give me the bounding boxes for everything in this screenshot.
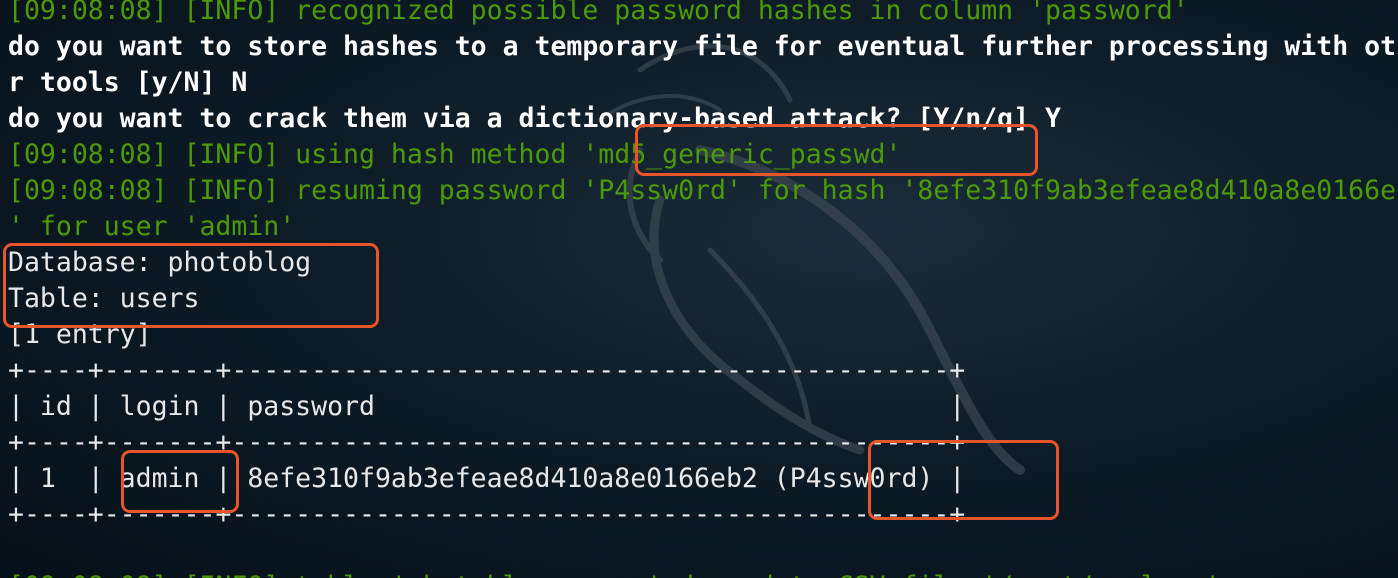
log-line-dumped: [09:08:08] [INFO] table 'photoblog.users… [8,569,1221,578]
prompt-store-hashes: do you want to store hashes to a tempora… [8,31,1398,62]
highlight-hash-method [635,124,1038,176]
prompt-store-hashes-continued: r tools [y/N] N [8,67,248,98]
table-border-top: +----+-------+--------------------------… [8,355,966,386]
log-line-resuming-password-continued: ' for user 'admin' [8,211,296,242]
highlight-cracked-password [868,440,1059,520]
log-line-resuming-password: [09:08:08] [INFO] resuming password 'P4s… [8,175,1398,206]
highlight-database-table [3,243,379,328]
table-header-row: | id | login | password | [8,391,966,422]
highlight-admin-login [121,450,239,513]
log-line-recognized-hashes: [09:08:08] [INFO] recognized possible pa… [8,0,1189,26]
